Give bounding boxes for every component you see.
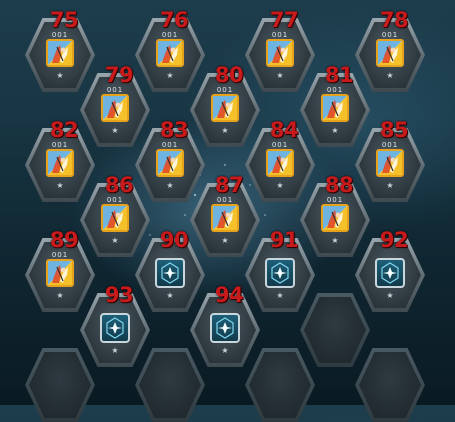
character-card-icon [101, 94, 129, 122]
item-code: 001 [106, 86, 124, 94]
character-card-icon [321, 94, 349, 122]
slot-number-label: 91 [269, 228, 299, 252]
slot-number-label: 85 [379, 118, 409, 142]
character-card-icon [376, 149, 404, 177]
item-code: 001 [51, 31, 69, 39]
item-code: 001 [381, 31, 399, 39]
item-code: 001 [106, 196, 124, 204]
item-code: 001 [216, 86, 234, 94]
item-code: 001 [161, 31, 179, 39]
slot-number-label: 89 [49, 228, 79, 252]
character-card-icon [46, 149, 74, 177]
slot-number-label: 75 [49, 8, 79, 32]
slot-number-label: 82 [49, 118, 79, 142]
slot-number-label: 86 [104, 173, 134, 197]
item-code: 001 [381, 141, 399, 149]
slot-number-label: 83 [159, 118, 189, 142]
character-card-icon [266, 39, 294, 67]
slot-number-label: 93 [104, 283, 134, 307]
item-code: 001 [216, 196, 234, 204]
character-card-icon [266, 149, 294, 177]
crystal-chip-icon [100, 313, 130, 343]
character-card-icon [101, 204, 129, 232]
slot-number-label: 94 [214, 283, 244, 307]
item-code: 001 [271, 141, 289, 149]
item-code: 001 [161, 141, 179, 149]
item-code: 001 [271, 31, 289, 39]
slot-number-label: 79 [104, 63, 134, 87]
character-card-icon [376, 39, 404, 67]
item-code: 001 [51, 141, 69, 149]
character-card-icon [46, 259, 74, 287]
slot-number-label: 90 [159, 228, 189, 252]
character-card-icon [211, 204, 239, 232]
empty-slot[interactable] [355, 348, 425, 422]
character-card-icon [156, 39, 184, 67]
slot-number-label: 78 [379, 8, 409, 32]
slot-number-label: 87 [214, 173, 244, 197]
slot-number-label: 88 [324, 173, 354, 197]
crystal-chip-icon [375, 258, 405, 288]
character-card-icon [156, 149, 184, 177]
slot-number-label: 80 [214, 63, 244, 87]
character-card-icon [211, 94, 239, 122]
crystal-chip-icon [210, 313, 240, 343]
crystal-chip-icon [265, 258, 295, 288]
slot-number-label: 76 [159, 8, 189, 32]
character-card-icon [321, 204, 349, 232]
item-code: 001 [51, 251, 69, 259]
empty-slot[interactable] [245, 348, 315, 422]
slot-number-label: 92 [379, 228, 409, 252]
item-code: 001 [326, 86, 344, 94]
slot-number-label: 84 [269, 118, 299, 142]
slot-number-label: 77 [269, 8, 299, 32]
empty-slot[interactable] [25, 348, 95, 422]
empty-slot[interactable] [135, 348, 205, 422]
item-code: 001 [326, 196, 344, 204]
character-card-icon [46, 39, 74, 67]
slot-number-label: 81 [324, 63, 354, 87]
crystal-chip-icon [155, 258, 185, 288]
